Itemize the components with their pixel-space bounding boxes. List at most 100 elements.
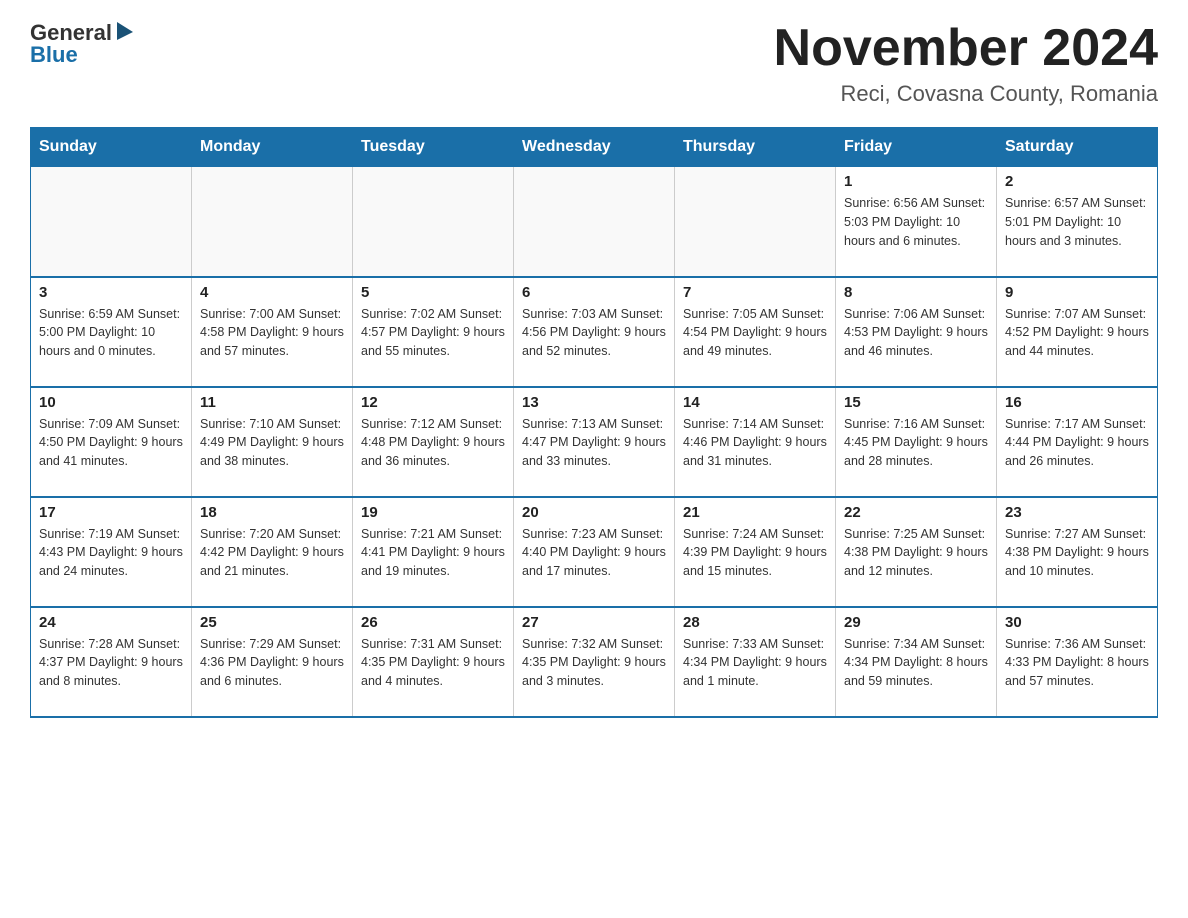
calendar-cell: 14 Sunrise: 7:14 AM Sunset: 4:46 PM Dayli…: [675, 387, 836, 497]
day-number: 27: [522, 614, 666, 631]
calendar-cell: 19 Sunrise: 7:21 AM Sunset: 4:41 PM Dayli…: [353, 497, 514, 607]
day-info: Sunrise: 7:03 AM Sunset: 4:56 PM Dayligh…: [522, 305, 666, 361]
day-number: 15: [844, 394, 988, 411]
day-number: 3: [39, 284, 183, 301]
day-info: Sunrise: 7:19 AM Sunset: 4:43 PM Dayligh…: [39, 525, 183, 581]
day-number: 21: [683, 504, 827, 521]
calendar-cell: [353, 167, 514, 277]
calendar-cell: 15 Sunrise: 7:16 AM Sunset: 4:45 PM Dayli…: [836, 387, 997, 497]
calendar-header: SundayMondayTuesdayWednesdayThursdayFrid…: [31, 128, 1158, 167]
header-row: SundayMondayTuesdayWednesdayThursdayFrid…: [31, 128, 1158, 167]
calendar-cell: 16 Sunrise: 7:17 AM Sunset: 4:44 PM Dayli…: [997, 387, 1158, 497]
day-info: Sunrise: 7:31 AM Sunset: 4:35 PM Dayligh…: [361, 635, 505, 691]
day-number: 4: [200, 284, 344, 301]
calendar-cell: [31, 167, 192, 277]
day-number: 22: [844, 504, 988, 521]
header-day-sunday: Sunday: [31, 128, 192, 167]
day-number: 19: [361, 504, 505, 521]
day-number: 9: [1005, 284, 1149, 301]
day-info: Sunrise: 7:33 AM Sunset: 4:34 PM Dayligh…: [683, 635, 827, 691]
calendar-cell: 27 Sunrise: 7:32 AM Sunset: 4:35 PM Dayli…: [514, 607, 675, 717]
logo-triangle-icon: [115, 22, 133, 45]
calendar-cell: 10 Sunrise: 7:09 AM Sunset: 4:50 PM Dayli…: [31, 387, 192, 497]
day-number: 30: [1005, 614, 1149, 631]
calendar-cell: 1 Sunrise: 6:56 AM Sunset: 5:03 PM Daylig…: [836, 167, 997, 277]
day-info: Sunrise: 7:16 AM Sunset: 4:45 PM Dayligh…: [844, 415, 988, 471]
day-number: 14: [683, 394, 827, 411]
day-info: Sunrise: 7:28 AM Sunset: 4:37 PM Dayligh…: [39, 635, 183, 691]
week-row-5: 24 Sunrise: 7:28 AM Sunset: 4:37 PM Dayli…: [31, 607, 1158, 717]
location-subtitle: Reci, Covasna County, Romania: [774, 81, 1158, 107]
calendar-cell: [675, 167, 836, 277]
calendar-cell: 26 Sunrise: 7:31 AM Sunset: 4:35 PM Dayli…: [353, 607, 514, 717]
header-day-friday: Friday: [836, 128, 997, 167]
header-day-thursday: Thursday: [675, 128, 836, 167]
day-info: Sunrise: 6:56 AM Sunset: 5:03 PM Dayligh…: [844, 194, 988, 250]
calendar-cell: 29Sunrise: 7:34 AM Sunset: 4:34 PM Dayli…: [836, 607, 997, 717]
calendar-cell: 3 Sunrise: 6:59 AM Sunset: 5:00 PM Daylig…: [31, 277, 192, 387]
day-number: 12: [361, 394, 505, 411]
day-number: 29: [844, 614, 988, 631]
day-info: Sunrise: 7:23 AM Sunset: 4:40 PM Dayligh…: [522, 525, 666, 581]
page-header: General Blue November 2024 Reci, Covasna…: [30, 20, 1158, 107]
day-info: Sunrise: 7:17 AM Sunset: 4:44 PM Dayligh…: [1005, 415, 1149, 471]
day-number: 24: [39, 614, 183, 631]
header-day-monday: Monday: [192, 128, 353, 167]
day-info: Sunrise: 7:07 AM Sunset: 4:52 PM Dayligh…: [1005, 305, 1149, 361]
week-row-3: 10 Sunrise: 7:09 AM Sunset: 4:50 PM Dayli…: [31, 387, 1158, 497]
day-number: 17: [39, 504, 183, 521]
day-number: 16: [1005, 394, 1149, 411]
day-number: 7: [683, 284, 827, 301]
calendar-cell: [192, 167, 353, 277]
day-info: Sunrise: 7:14 AM Sunset: 4:46 PM Dayligh…: [683, 415, 827, 471]
day-info: Sunrise: 6:57 AM Sunset: 5:01 PM Dayligh…: [1005, 194, 1149, 250]
day-number: 13: [522, 394, 666, 411]
calendar-table: SundayMondayTuesdayWednesdayThursdayFrid…: [30, 127, 1158, 718]
calendar-cell: 21Sunrise: 7:24 AM Sunset: 4:39 PM Dayli…: [675, 497, 836, 607]
day-info: Sunrise: 7:29 AM Sunset: 4:36 PM Dayligh…: [200, 635, 344, 691]
day-number: 5: [361, 284, 505, 301]
calendar-cell: 12 Sunrise: 7:12 AM Sunset: 4:48 PM Dayli…: [353, 387, 514, 497]
week-row-2: 3 Sunrise: 6:59 AM Sunset: 5:00 PM Daylig…: [31, 277, 1158, 387]
day-number: 10: [39, 394, 183, 411]
calendar-cell: 24 Sunrise: 7:28 AM Sunset: 4:37 PM Dayli…: [31, 607, 192, 717]
calendar-body: 1 Sunrise: 6:56 AM Sunset: 5:03 PM Daylig…: [31, 167, 1158, 717]
title-area: November 2024 Reci, Covasna County, Roma…: [774, 20, 1158, 107]
day-number: 26: [361, 614, 505, 631]
day-number: 1: [844, 173, 988, 190]
calendar-cell: 22 Sunrise: 7:25 AM Sunset: 4:38 PM Dayli…: [836, 497, 997, 607]
calendar-cell: 5Sunrise: 7:02 AM Sunset: 4:57 PM Daylig…: [353, 277, 514, 387]
day-info: Sunrise: 7:06 AM Sunset: 4:53 PM Dayligh…: [844, 305, 988, 361]
calendar-cell: 11 Sunrise: 7:10 AM Sunset: 4:49 PM Dayli…: [192, 387, 353, 497]
month-title: November 2024: [774, 20, 1158, 77]
calendar-cell: 25 Sunrise: 7:29 AM Sunset: 4:36 PM Dayli…: [192, 607, 353, 717]
calendar-cell: [514, 167, 675, 277]
day-info: Sunrise: 7:36 AM Sunset: 4:33 PM Dayligh…: [1005, 635, 1149, 691]
calendar-cell: 9 Sunrise: 7:07 AM Sunset: 4:52 PM Daylig…: [997, 277, 1158, 387]
day-info: Sunrise: 7:21 AM Sunset: 4:41 PM Dayligh…: [361, 525, 505, 581]
day-info: Sunrise: 6:59 AM Sunset: 5:00 PM Dayligh…: [39, 305, 183, 361]
day-number: 6: [522, 284, 666, 301]
day-info: Sunrise: 7:25 AM Sunset: 4:38 PM Dayligh…: [844, 525, 988, 581]
day-number: 18: [200, 504, 344, 521]
day-info: Sunrise: 7:27 AM Sunset: 4:38 PM Dayligh…: [1005, 525, 1149, 581]
day-number: 11: [200, 394, 344, 411]
calendar-cell: 28Sunrise: 7:33 AM Sunset: 4:34 PM Dayli…: [675, 607, 836, 717]
calendar-cell: 30 Sunrise: 7:36 AM Sunset: 4:33 PM Dayli…: [997, 607, 1158, 717]
day-info: Sunrise: 7:12 AM Sunset: 4:48 PM Dayligh…: [361, 415, 505, 471]
day-info: Sunrise: 7:32 AM Sunset: 4:35 PM Dayligh…: [522, 635, 666, 691]
header-day-wednesday: Wednesday: [514, 128, 675, 167]
calendar-cell: 6 Sunrise: 7:03 AM Sunset: 4:56 PM Daylig…: [514, 277, 675, 387]
calendar-cell: 8 Sunrise: 7:06 AM Sunset: 4:53 PM Daylig…: [836, 277, 997, 387]
day-number: 25: [200, 614, 344, 631]
day-number: 20: [522, 504, 666, 521]
calendar-cell: 13 Sunrise: 7:13 AM Sunset: 4:47 PM Dayli…: [514, 387, 675, 497]
week-row-4: 17 Sunrise: 7:19 AM Sunset: 4:43 PM Dayli…: [31, 497, 1158, 607]
day-info: Sunrise: 7:10 AM Sunset: 4:49 PM Dayligh…: [200, 415, 344, 471]
calendar-cell: 17 Sunrise: 7:19 AM Sunset: 4:43 PM Dayli…: [31, 497, 192, 607]
calendar-cell: 20 Sunrise: 7:23 AM Sunset: 4:40 PM Dayli…: [514, 497, 675, 607]
day-number: 8: [844, 284, 988, 301]
calendar-cell: 2Sunrise: 6:57 AM Sunset: 5:01 PM Daylig…: [997, 167, 1158, 277]
day-info: Sunrise: 7:13 AM Sunset: 4:47 PM Dayligh…: [522, 415, 666, 471]
day-info: Sunrise: 7:09 AM Sunset: 4:50 PM Dayligh…: [39, 415, 183, 471]
